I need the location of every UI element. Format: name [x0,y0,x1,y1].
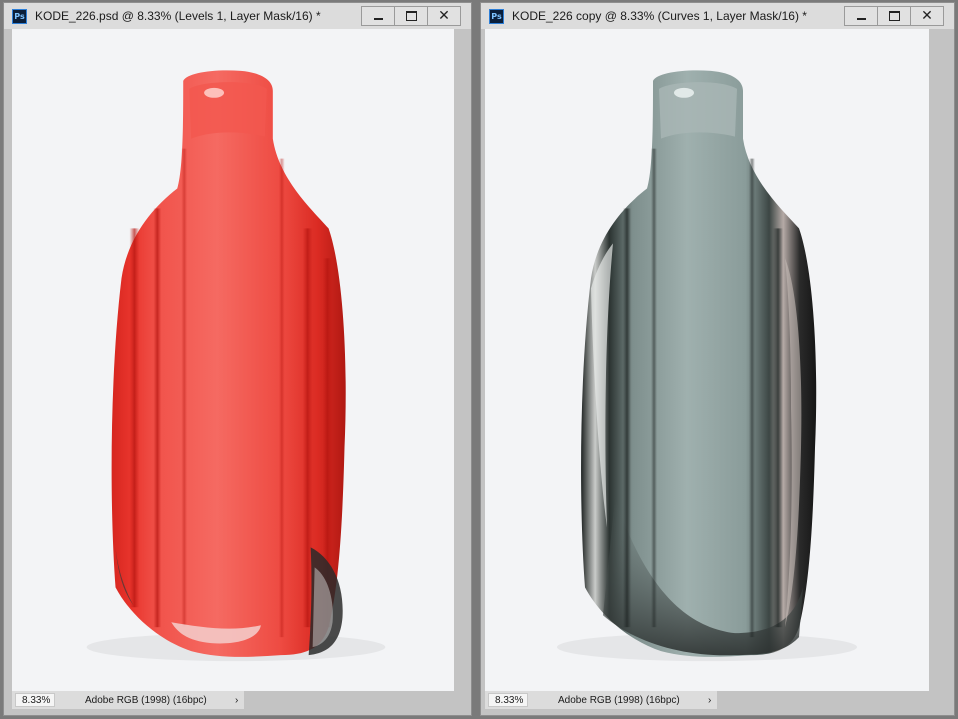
horizontal-scrollbar[interactable] [717,691,929,709]
status-bar: 8.33% Adobe RGB (1998) (16bpc) › [12,691,454,709]
close-icon: ✕ [921,8,933,24]
maximize-icon [405,11,417,21]
close-icon: ✕ [438,8,450,24]
document-canvas[interactable] [12,29,454,691]
zoom-field[interactable]: 8.33% [15,693,55,707]
window-controls: ✕ [361,6,461,26]
document-window-right[interactable]: Ps KODE_226 copy @ 8.33% (Curves 1, Laye… [480,2,955,716]
window-controls: ✕ [844,6,944,26]
maximize-button[interactable] [877,6,911,26]
document-title: KODE_226 copy @ 8.33% (Curves 1, Layer M… [512,9,807,23]
title-bar[interactable]: Ps KODE_226.psd @ 8.33% (Levels 1, Layer… [4,3,471,29]
maximize-button[interactable] [394,6,428,26]
maximize-icon [888,11,900,21]
vertical-scrollbar[interactable] [454,29,471,691]
title-bar[interactable]: Ps KODE_226 copy @ 8.33% (Curves 1, Laye… [481,3,954,29]
vertical-scrollbar[interactable] [929,29,954,691]
red-masked-bottle-image [86,70,386,662]
close-button[interactable]: ✕ [910,6,944,26]
status-menu-arrow-icon[interactable]: › [235,695,238,706]
minimize-icon [373,18,383,20]
color-profile-label: Adobe RGB (1998) (16bpc) [558,694,680,706]
minimize-button[interactable] [844,6,878,26]
minimize-button[interactable] [361,6,395,26]
document-title: KODE_226.psd @ 8.33% (Levels 1, Layer Ma… [35,9,321,23]
photoshop-app-icon: Ps [489,8,504,24]
horizontal-scrollbar[interactable] [244,691,454,709]
color-profile-label: Adobe RGB (1998) (16bpc) [85,694,207,706]
zoom-field[interactable]: 8.33% [488,693,528,707]
grey-glass-bottle-image [557,70,857,662]
status-menu-arrow-icon[interactable]: › [708,695,711,706]
document-window-left[interactable]: Ps KODE_226.psd @ 8.33% (Levels 1, Layer… [3,2,472,716]
minimize-icon [856,18,866,20]
document-canvas[interactable] [485,29,929,691]
photoshop-app-icon: Ps [12,8,27,24]
close-button[interactable]: ✕ [427,6,461,26]
status-bar: 8.33% Adobe RGB (1998) (16bpc) › [485,691,929,709]
